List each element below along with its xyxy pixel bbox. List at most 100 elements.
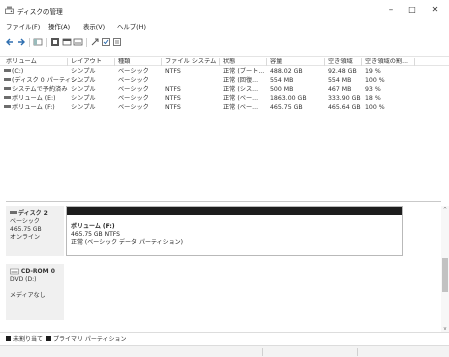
type-cell: ベーシック <box>118 86 149 93</box>
volume-name: ボリューム (F:) <box>12 104 55 111</box>
disk-type: ベーシック <box>10 218 40 225</box>
volume-name-cell: ボリューム (E:) <box>4 94 56 103</box>
status-cell: 正常 (ベー... <box>223 104 259 111</box>
table-row[interactable]: (ディスク 0 パーティシ... シンプル ベーシック 正常 (回復... 55… <box>0 76 449 85</box>
free-percent-cell: 100 % <box>365 104 385 111</box>
cdrom-drive: DVD (D:) <box>10 276 37 283</box>
capacity-cell: 465.75 GB <box>270 104 303 111</box>
menu-action[interactable]: 操作(A) <box>48 22 70 31</box>
volume-name: システムで予約済み <box>12 86 68 93</box>
legend-unallocated-label: 未割り当て <box>13 336 44 343</box>
cdrom-0-area[interactable] <box>66 264 403 320</box>
type-cell: ベーシック <box>118 95 149 102</box>
capacity-cell: 488.02 GB <box>270 68 303 75</box>
partition-volume-f[interactable]: ボリューム (F:) 465.75 GB NTFS 正常 (ベーシック データ … <box>66 206 403 256</box>
legend-primary-label: プライマリ パーティション <box>53 336 127 343</box>
disk-layout-pane: ディスク 2 ベーシック 465.75 GB オンライン ボリューム (F:) … <box>0 206 449 344</box>
status-cell: 正常 (シス... <box>223 86 259 93</box>
cdrom-0-label[interactable]: CD-ROM 0 DVD (D:) メディアなし <box>6 264 64 320</box>
cdrom-name-row: CD-ROM 0 <box>10 268 60 276</box>
status-bar <box>0 345 449 357</box>
capacity-cell: 1863.00 GB <box>270 95 307 102</box>
type-cell: ベーシック <box>118 104 149 111</box>
list-icon[interactable] <box>112 37 122 47</box>
layout-cell: シンプル <box>71 95 96 102</box>
legend: 未割り当て プライマリ パーティション <box>0 332 449 343</box>
layout-cell: シンプル <box>71 104 96 111</box>
partition-info: ボリューム (F:) 465.75 GB NTFS 正常 (ベーシック データ … <box>71 223 183 247</box>
pane-splitter[interactable] <box>6 201 441 202</box>
minimize-button[interactable]: – <box>384 4 398 16</box>
legend-unallocated-swatch <box>6 336 11 341</box>
cdrom-name: CD-ROM 0 <box>20 268 55 275</box>
disk-icon <box>10 211 17 214</box>
status-cell: 正常 (ブート... <box>223 68 265 75</box>
disk-pane-scrollbar[interactable]: ^ v <box>441 206 449 334</box>
filesystem-cell: NTFS <box>165 86 181 93</box>
refresh-icon[interactable] <box>73 37 83 47</box>
volume-name-cell: (C:) <box>4 67 23 76</box>
volume-name-cell: ボリューム (F:) <box>4 103 55 112</box>
volume-icon <box>4 104 11 108</box>
free-space-cell: 333.90 GB <box>328 95 361 102</box>
rescan-icon[interactable] <box>90 37 100 47</box>
back-icon[interactable] <box>5 37 15 47</box>
status-bar-divider <box>357 348 358 356</box>
column-header-free-space[interactable]: 空き領域 <box>326 58 362 66</box>
layout-cell: シンプル <box>71 86 96 93</box>
table-row[interactable]: ボリューム (E:) シンプル ベーシック NTFS 正常 (ベー... 186… <box>0 94 449 103</box>
forward-icon[interactable] <box>16 37 26 47</box>
help-icon[interactable] <box>50 37 60 47</box>
disk-name: ディスク 2 <box>18 210 48 217</box>
volume-name: ボリューム (E:) <box>12 95 56 102</box>
partition-name: ボリューム (F:) <box>71 223 115 230</box>
partition-size-fs: 465.75 GB NTFS <box>71 231 120 238</box>
volume-icon <box>4 68 11 72</box>
menu-view[interactable]: 表示(V) <box>83 22 105 31</box>
cdrom-media: メディアなし <box>10 292 46 299</box>
primary-partition-bar <box>67 207 402 215</box>
cdrom-icon <box>10 268 19 275</box>
disk-2-label[interactable]: ディスク 2 ベーシック 465.75 GB オンライン <box>6 206 64 256</box>
free-percent-cell: 18 % <box>365 95 381 102</box>
close-button[interactable]: ✕ <box>428 4 442 16</box>
column-header-type[interactable]: 種類 <box>116 58 162 66</box>
toolbar-separator <box>46 38 47 47</box>
table-row[interactable]: ボリューム (F:) シンプル ベーシック NTFS 正常 (ベー... 465… <box>0 103 449 112</box>
menu-bar: ファイル(F) 操作(A) 表示(V) ヘルプ(H) <box>0 22 449 33</box>
type-cell: ベーシック <box>118 77 149 84</box>
properties-icon[interactable] <box>62 37 72 47</box>
table-row[interactable]: システムで予約済み シンプル ベーシック NTFS 正常 (シス... 500 … <box>0 85 449 94</box>
type-cell: ベーシック <box>118 68 149 75</box>
column-header-free-percent[interactable]: 空き領域の割... <box>363 58 415 66</box>
column-header-volume[interactable]: ボリューム <box>4 58 68 66</box>
window-title: ディスクの管理 <box>17 8 63 16</box>
column-header-status[interactable]: 状態 <box>221 58 267 66</box>
volume-icon <box>4 95 11 99</box>
column-header-capacity[interactable]: 容量 <box>268 58 325 66</box>
capacity-cell: 500 MB <box>270 86 294 93</box>
maximize-button[interactable]: □ <box>405 4 419 16</box>
scroll-up-icon[interactable]: ^ <box>441 207 449 213</box>
free-percent-cell: 19 % <box>365 68 381 75</box>
filesystem-cell: NTFS <box>165 104 181 111</box>
column-header-layout[interactable]: レイアウト <box>69 58 115 66</box>
scrollbar-thumb[interactable] <box>442 258 448 292</box>
console-tree-icon[interactable] <box>33 37 43 47</box>
column-header-filesystem[interactable]: ファイル システム <box>163 58 220 66</box>
partition-status: 正常 (ベーシック データ パーティション) <box>71 239 183 246</box>
free-percent-cell: 93 % <box>365 86 381 93</box>
status-cell: 正常 (ベー... <box>223 95 259 102</box>
layout-cell: シンプル <box>71 68 96 75</box>
menu-help[interactable]: ヘルプ(H) <box>117 22 146 31</box>
disk-2-name-row: ディスク 2 <box>10 210 60 218</box>
toolbar-separator <box>29 38 30 47</box>
free-percent-cell: 100 % <box>365 77 385 84</box>
filesystem-cell: NTFS <box>165 68 181 75</box>
menu-file[interactable]: ファイル(F) <box>6 22 40 31</box>
toolbar-separator <box>86 38 87 47</box>
toolbar <box>0 36 449 49</box>
disk-size: 465.75 GB <box>10 226 42 233</box>
table-row[interactable]: (C:) シンプル ベーシック NTFS 正常 (ブート... 488.02 G… <box>0 67 449 76</box>
checkbox-icon[interactable] <box>101 37 111 47</box>
